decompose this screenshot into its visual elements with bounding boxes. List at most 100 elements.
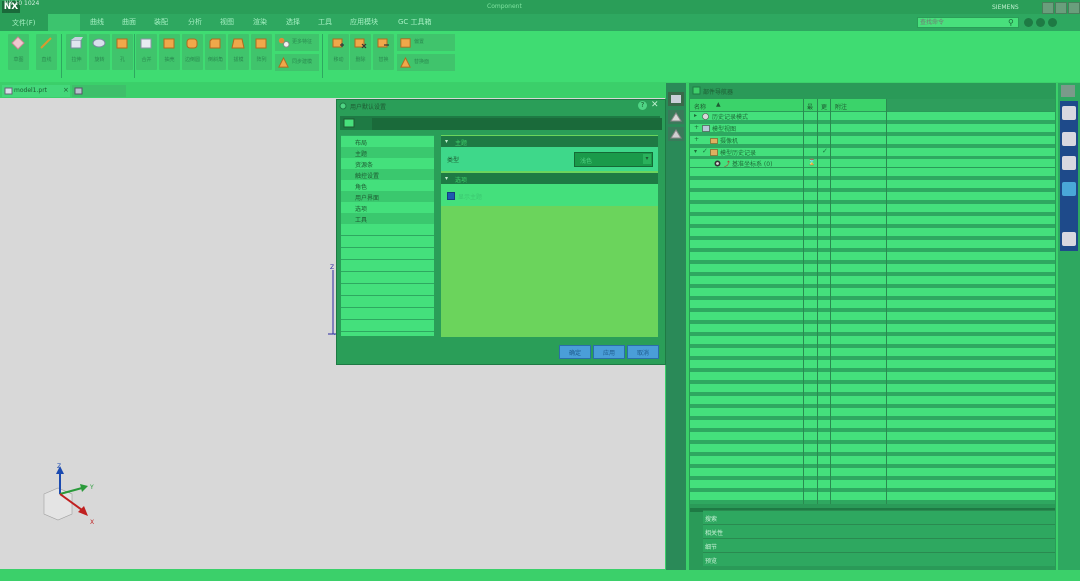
minimize-button[interactable] — [1042, 2, 1054, 14]
file-menu[interactable]: 文件(F) — [0, 14, 48, 31]
pattern-button[interactable]: 阵列 — [251, 34, 272, 70]
replace-face-button[interactable]: 替换 — [373, 34, 394, 70]
menu-surface[interactable]: 曲面 — [122, 17, 136, 27]
settings-icon[interactable] — [1024, 18, 1033, 27]
ok-button[interactable]: 确定 — [559, 345, 591, 359]
replace-region-button[interactable]: 替换面 — [397, 54, 455, 71]
help-icon[interactable]: ? — [638, 101, 647, 110]
help-icon[interactable] — [1036, 18, 1045, 27]
menu-tools[interactable]: 工具 — [318, 17, 332, 27]
category-item-theme[interactable]: 主题 — [341, 147, 434, 158]
section-preview[interactable]: 预览 — [703, 552, 1055, 566]
option-checkbox[interactable] — [447, 192, 455, 200]
assembly-navigator-icon[interactable] — [1062, 106, 1076, 120]
visibility-icon[interactable] — [714, 160, 721, 167]
tree-row[interactable]: + 模型视图 — [690, 124, 1055, 133]
category-item-touch[interactable]: 触控设置 — [341, 169, 434, 180]
constraint-navigator-icon[interactable] — [1062, 132, 1076, 146]
find-icon[interactable] — [343, 118, 355, 128]
more-features-button[interactable]: 更多特征 — [275, 34, 319, 51]
column-name[interactable]: 名称 — [694, 102, 706, 111]
replace-face-icon — [377, 38, 389, 48]
draft-button[interactable]: 拔模 — [228, 34, 249, 70]
section-options-header[interactable]: ▾ 选项 — [441, 173, 658, 184]
tab-second[interactable] — [72, 85, 126, 97]
replace-region-icon — [400, 56, 411, 68]
hole-label: 孔 — [119, 57, 125, 63]
category-item-ui[interactable]: 用户界面 — [341, 191, 434, 202]
sketch-button[interactable]: 草图 — [8, 34, 29, 70]
maximize-button[interactable] — [1055, 2, 1067, 14]
tree-row[interactable]: ▾ ✓ 模型历史记录 ✓ — [690, 147, 1055, 157]
section-theme-header[interactable]: ▾ 主题 — [441, 136, 658, 147]
edge-blend-button[interactable]: 边倒圆 — [182, 34, 203, 70]
info-icon[interactable] — [1048, 18, 1057, 27]
expand-icon[interactable]: ▾ — [694, 148, 697, 155]
menu-view[interactable]: 视图 — [220, 17, 234, 27]
column-latest[interactable]: 最 — [807, 102, 813, 111]
search-icon[interactable]: ⚲ — [1008, 18, 1014, 27]
move-face-button[interactable]: 移动 — [328, 34, 349, 70]
menu-applications[interactable]: 应用模块 — [350, 17, 378, 27]
shell-button[interactable]: 抽壳 — [159, 34, 180, 70]
close-tab-icon[interactable]: × — [63, 86, 69, 94]
title-bar — [0, 0, 1080, 14]
column-notes[interactable]: 附注 — [835, 102, 847, 111]
line-button[interactable]: 直线 — [36, 34, 57, 70]
chevron-down-icon[interactable]: ▾ — [643, 154, 651, 164]
cancel-button[interactable]: 取消 — [627, 345, 659, 359]
edge-blend-label: 边倒圆 — [184, 57, 200, 63]
tree-row[interactable]: + 摄像机 — [690, 136, 1055, 145]
part-navigator-icon[interactable] — [1062, 156, 1076, 170]
resource-bar-settings[interactable] — [1061, 85, 1075, 97]
expand-icon[interactable]: ▸ — [694, 112, 697, 119]
menu-gc-toolbox[interactable]: GC 工具箱 — [398, 17, 432, 27]
menu-analysis[interactable]: 分析 — [188, 17, 202, 27]
palette-icon[interactable] — [1062, 232, 1076, 246]
command-search-input[interactable] — [917, 17, 1019, 28]
tab-home[interactable] — [48, 14, 80, 31]
section-dependencies[interactable]: 相关性 — [703, 524, 1055, 538]
category-item-roles[interactable]: 角色 — [341, 180, 434, 191]
tree-row[interactable]: ⤴ 基准坐标系 (0) ⌛ — [690, 159, 1055, 168]
revolve-button[interactable]: 旋转 — [89, 34, 110, 70]
offset-region-button[interactable]: 偏置 — [397, 34, 455, 51]
synchronous-modeling-icon — [278, 56, 289, 68]
resource-tab-part[interactable] — [668, 110, 684, 124]
part-file-icon — [4, 87, 13, 95]
menu-assembly[interactable]: 装配 — [154, 17, 168, 27]
menu-curve[interactable]: 曲线 — [90, 17, 104, 27]
delete-face-button[interactable]: 删除 — [350, 34, 371, 70]
resource-tab-navigator[interactable] — [668, 92, 684, 106]
collapse-icon[interactable]: ▾ — [445, 175, 448, 182]
section-preview-label: 预览 — [705, 558, 718, 565]
collapse-icon[interactable]: ▾ — [445, 138, 448, 145]
section-search[interactable]: 搜索 — [703, 510, 1055, 524]
hole-icon — [116, 38, 128, 49]
tree-row[interactable]: ▸ 历史记录模式 — [690, 112, 1055, 121]
csys-z-label: Z — [330, 264, 335, 271]
hole-button[interactable]: 孔 — [112, 34, 133, 70]
close-window-button[interactable] — [1068, 2, 1080, 14]
synchronous-modeling-button[interactable]: 同步建模 — [275, 54, 319, 71]
chamfer-button[interactable]: 倒斜角 — [205, 34, 226, 70]
column-update[interactable]: 更 — [821, 102, 827, 111]
dialog-search-input[interactable] — [372, 118, 662, 130]
menu-render[interactable]: 渲染 — [253, 17, 267, 27]
expand-icon[interactable]: + — [694, 124, 699, 131]
resource-tab-assembly[interactable] — [668, 127, 684, 141]
extrude-button[interactable]: 拉伸 — [66, 34, 87, 70]
close-icon[interactable]: ✕ — [651, 100, 659, 110]
category-item-resource-bar[interactable]: 资源条 — [341, 158, 434, 169]
sort-up-icon[interactable]: ▲ — [716, 101, 721, 108]
category-item-options[interactable]: 选项 — [341, 202, 434, 213]
category-item-tools[interactable]: 工具 — [341, 213, 434, 224]
menu-select[interactable]: 选择 — [286, 17, 300, 27]
unite-button[interactable]: 合并 — [136, 34, 157, 70]
apply-button[interactable]: 应用 — [593, 345, 625, 359]
pattern-label: 阵列 — [256, 57, 267, 63]
expand-icon[interactable]: + — [694, 136, 699, 143]
web-browser-icon[interactable] — [1062, 182, 1076, 196]
section-details[interactable]: 细节 — [703, 538, 1055, 552]
category-item-layout[interactable]: 布局 — [341, 136, 434, 147]
